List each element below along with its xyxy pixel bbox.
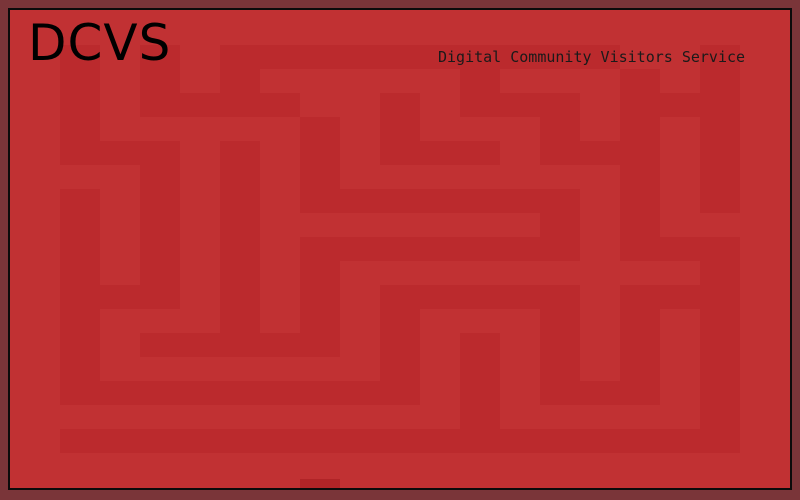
maze-path bbox=[700, 237, 740, 453]
maze-path bbox=[140, 93, 300, 117]
maze-path bbox=[60, 429, 740, 453]
maze-path bbox=[700, 45, 740, 213]
main-canvas: DCVS Digital Community Visitors Service bbox=[8, 8, 792, 490]
maze-path bbox=[620, 285, 660, 405]
maze-background bbox=[10, 10, 790, 488]
maze-path bbox=[100, 285, 180, 309]
maze-path bbox=[620, 93, 700, 117]
app-title: DCVS bbox=[28, 14, 172, 72]
maze-path bbox=[140, 333, 340, 357]
maze-path bbox=[300, 237, 580, 261]
maze-path bbox=[300, 189, 580, 213]
bottom-handle[interactable] bbox=[300, 479, 340, 488]
maze-path bbox=[460, 93, 540, 117]
maze-path bbox=[60, 189, 100, 405]
maze-path bbox=[100, 141, 180, 165]
maze-path bbox=[460, 333, 500, 429]
app-subtitle: Digital Community Visitors Service bbox=[438, 48, 746, 66]
maze-path bbox=[220, 141, 260, 333]
maze-path bbox=[540, 189, 580, 261]
maze-path bbox=[380, 141, 500, 165]
maze-path bbox=[60, 381, 420, 405]
